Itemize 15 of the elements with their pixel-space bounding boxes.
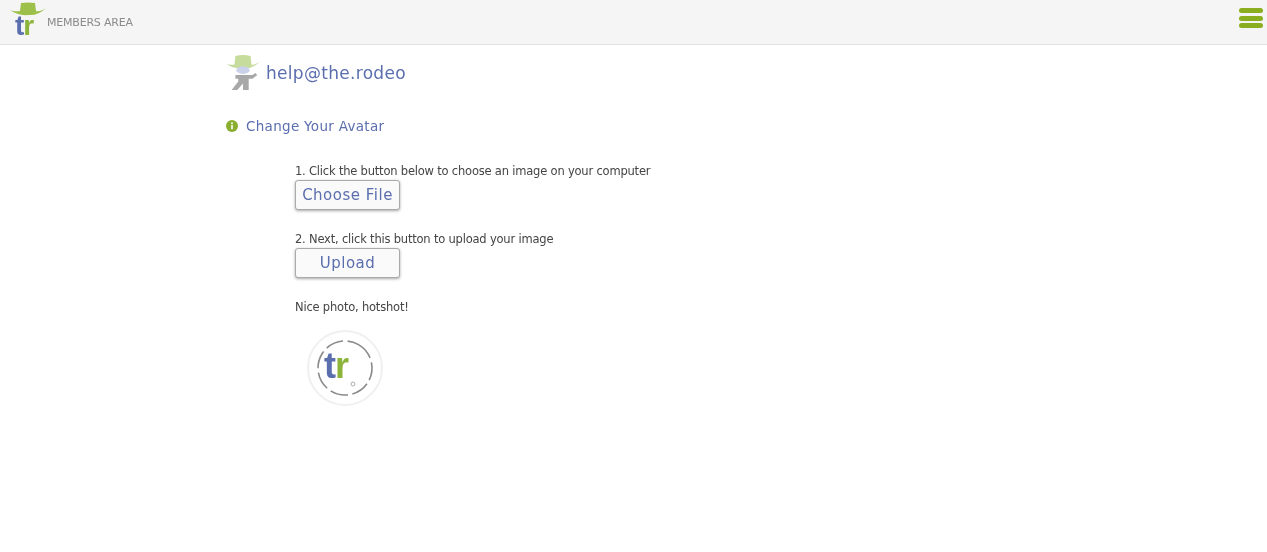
logo-letter: r bbox=[23, 11, 34, 41]
logo-letter: t bbox=[15, 11, 24, 41]
message-text: Nice photo, hotshot! bbox=[295, 300, 410, 314]
user-email: help@the.rodeo bbox=[266, 63, 406, 83]
info-icon bbox=[226, 120, 238, 132]
avatar-letter: t bbox=[324, 346, 335, 386]
action-button[interactable]: Upload bbox=[295, 248, 400, 278]
brand-title: MEMBERS AREA bbox=[47, 15, 133, 29]
action-button[interactable]: Choose File bbox=[295, 180, 400, 210]
logo[interactable]: tr bbox=[8, 1, 48, 43]
instruction-text: 1. Click the button below to choose an image on your computer bbox=[295, 164, 652, 178]
avatar-letter: r bbox=[335, 346, 348, 386]
instruction-text: 2. Next, click this button to upload your image bbox=[295, 232, 555, 246]
menu-icon[interactable] bbox=[1239, 6, 1263, 30]
section-title: Change Your Avatar bbox=[246, 118, 385, 134]
